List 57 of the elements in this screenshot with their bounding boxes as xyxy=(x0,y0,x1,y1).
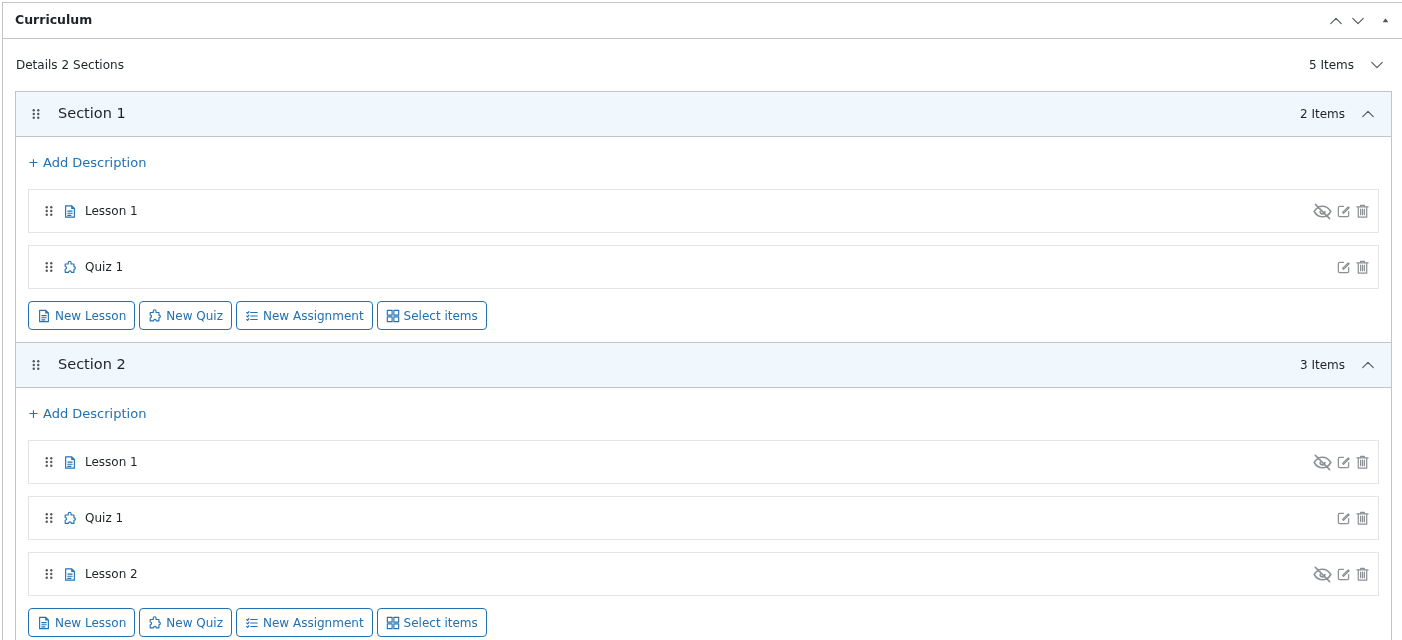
edit-icon[interactable] xyxy=(1336,566,1351,582)
trash-icon[interactable] xyxy=(1355,566,1370,582)
eye-slash-icon[interactable] xyxy=(1313,201,1332,221)
puzzle-icon xyxy=(63,259,77,275)
new-item-button[interactable]: New Quiz xyxy=(139,301,232,330)
edit-icon[interactable] xyxy=(1336,203,1351,219)
edit-icon[interactable] xyxy=(1336,454,1351,470)
triangle-up-icon[interactable] xyxy=(1381,16,1390,25)
checklist-icon xyxy=(244,308,259,323)
sections-count: 2 Sections xyxy=(61,57,124,74)
item-title: Quiz 1 xyxy=(85,259,124,276)
document-icon xyxy=(37,615,51,630)
drag-handle-icon[interactable] xyxy=(43,567,55,581)
puzzle-icon xyxy=(148,308,163,323)
items-count: 2 Items xyxy=(1299,106,1345,123)
new-item-button[interactable]: New Quiz xyxy=(139,608,232,637)
trash-icon[interactable] xyxy=(1355,454,1370,470)
trash-icon[interactable] xyxy=(1355,510,1370,526)
item-title: Lesson 1 xyxy=(85,203,138,220)
document-icon xyxy=(37,308,51,323)
drag-handle-icon[interactable] xyxy=(30,358,42,372)
document-icon xyxy=(63,566,77,582)
drag-handle-icon[interactable] xyxy=(43,204,55,218)
checklist-icon xyxy=(244,615,259,630)
drag-handle-icon[interactable] xyxy=(30,107,42,121)
new-item-button[interactable]: New Lesson xyxy=(28,608,136,637)
new-item-button[interactable]: Select items xyxy=(376,301,487,330)
grid-icon xyxy=(385,308,400,323)
edit-icon[interactable] xyxy=(1336,510,1351,526)
drag-handle-icon[interactable] xyxy=(43,511,55,525)
add-description-link[interactable]: + Add Description xyxy=(28,404,147,424)
new-item-button[interactable]: New Assignment xyxy=(235,301,373,330)
document-icon xyxy=(63,454,77,470)
new-item-button[interactable]: New Assignment xyxy=(235,608,373,637)
add-description-link[interactable]: + Add Description xyxy=(28,153,147,173)
items-count: 5 Items xyxy=(1308,57,1354,74)
grid-icon xyxy=(385,615,400,630)
trash-icon[interactable] xyxy=(1355,259,1370,275)
edit-icon[interactable] xyxy=(1336,259,1351,275)
section-title: Section 1 xyxy=(58,104,126,124)
drag-handle-icon[interactable] xyxy=(43,260,55,274)
item-title: Lesson 2 xyxy=(85,566,138,583)
item-title: Quiz 1 xyxy=(85,510,124,527)
eye-slash-icon[interactable] xyxy=(1313,452,1332,472)
puzzle-icon xyxy=(148,615,163,630)
new-item-button[interactable]: Select items xyxy=(376,608,487,637)
puzzle-icon xyxy=(63,510,77,526)
details-label: Details xyxy=(16,57,58,74)
document-icon xyxy=(63,203,77,219)
item-title: Lesson 1 xyxy=(85,454,138,471)
items-count: 3 Items xyxy=(1299,357,1345,374)
section-title: Section 2 xyxy=(58,355,126,375)
drag-handle-icon[interactable] xyxy=(43,455,55,469)
trash-icon[interactable] xyxy=(1355,203,1370,219)
new-item-button[interactable]: New Lesson xyxy=(28,301,136,330)
panel-title: Curriculum xyxy=(15,11,93,30)
eye-slash-icon[interactable] xyxy=(1313,564,1332,584)
